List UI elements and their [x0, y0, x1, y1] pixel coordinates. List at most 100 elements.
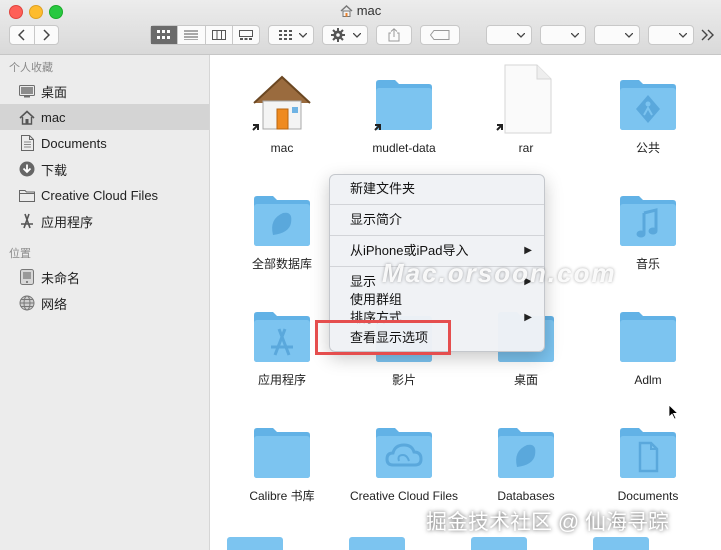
title-bar: mac [0, 0, 721, 55]
file-item[interactable]: mac [222, 71, 342, 156]
file-item[interactable]: Adlm [588, 303, 708, 388]
sidebar-item-label: mac [41, 109, 66, 125]
document-icon [18, 134, 36, 152]
desktop-icon [18, 82, 36, 100]
file-item[interactable]: Creative Cloud Files [344, 419, 464, 504]
action-menu-button[interactable] [322, 25, 368, 45]
home-folder-icon [252, 75, 311, 131]
sidebar-item-label: 桌面 [41, 84, 68, 100]
file-label: 影片 [391, 373, 416, 387]
sidebar-item-label: 下载 [41, 162, 68, 178]
file-item[interactable]: rar [466, 63, 586, 156]
download-icon [18, 160, 36, 178]
toolbar-dropdown-3[interactable] [594, 25, 640, 45]
sidebar-item-label: Creative Cloud Files [41, 187, 159, 203]
toolbar-dropdown-4[interactable] [648, 25, 694, 45]
gallery-icon [238, 30, 253, 40]
icon-view-button[interactable] [151, 26, 179, 44]
share-icon [388, 28, 400, 42]
folder-icon [593, 537, 649, 550]
column-view-button[interactable] [206, 26, 233, 44]
file-item[interactable]: Calibre 书库 [222, 419, 342, 504]
folder-icon [254, 196, 310, 246]
chevron-down-icon [679, 32, 687, 38]
chevron-right-icon [43, 29, 51, 41]
tag-button[interactable] [420, 25, 460, 45]
menu-item-label: 从iPhone或iPad导入 [350, 243, 469, 258]
menu-item-get-info[interactable]: 显示简介 [330, 210, 544, 230]
sidebar: 个人收藏 桌面 mac Documents 下载 Creative Cloud … [0, 55, 210, 550]
sidebar-item-creative-cloud[interactable]: Creative Cloud Files [0, 182, 209, 208]
file-label: 公共 [635, 141, 660, 155]
public-folder-icon [620, 80, 676, 130]
folder-icon [498, 428, 554, 478]
folder-icon [227, 537, 283, 550]
columns-icon [211, 30, 226, 40]
file-item[interactable]: 公共 [588, 71, 708, 156]
file-label: Calibre 书库 [249, 489, 315, 503]
chevron-down-icon [299, 32, 307, 38]
sidebar-section-locations: 位置 [9, 248, 31, 260]
toolbar-dropdown-2[interactable] [540, 25, 586, 45]
file-label: Creative Cloud Files [349, 489, 459, 503]
folder-icon [471, 537, 527, 550]
toolbar-dropdown-1[interactable] [486, 25, 532, 45]
home-icon [340, 5, 353, 20]
view-mode-control [150, 25, 260, 45]
sidebar-item-downloads[interactable]: 下载 [0, 156, 209, 182]
watermark-site: Mac.orsoon.com [382, 258, 617, 288]
file-label: 应用程序 [257, 373, 306, 387]
sidebar-item-home[interactable]: mac [0, 104, 209, 130]
file-label: Adlm [634, 373, 662, 387]
chevron-down-icon [353, 32, 361, 38]
sidebar-item-network[interactable]: 网络 [0, 290, 209, 316]
file-item[interactable]: 全部数据库 [222, 187, 342, 272]
window-title: mac [0, 3, 721, 20]
disk-icon [18, 268, 36, 286]
folder-icon [18, 186, 36, 204]
chevron-down-icon [625, 32, 633, 38]
menu-separator [330, 235, 544, 236]
share-button[interactable] [376, 25, 412, 45]
documents-folder-icon [620, 428, 676, 478]
list-view-button[interactable] [178, 26, 206, 44]
back-button[interactable] [10, 26, 35, 44]
applications-icon [18, 212, 36, 230]
file-item[interactable]: Databases [466, 419, 586, 504]
sidebar-item-applications[interactable]: 应用程序 [0, 208, 209, 234]
sidebar-item-documents[interactable]: Documents [0, 130, 209, 156]
file-item[interactable]: Documents [588, 419, 708, 504]
sidebar-item-label: 未命名 [41, 270, 81, 286]
file-label: Documents [617, 489, 679, 503]
file-label: 桌面 [513, 373, 538, 387]
sidebar-item-label: Documents [41, 135, 107, 151]
applications-folder-icon [254, 312, 310, 362]
sidebar-item-disk[interactable]: 未命名 [0, 264, 209, 290]
file-label: rar [518, 141, 534, 155]
folder-icon [620, 312, 676, 362]
gallery-view-button[interactable] [233, 26, 259, 44]
creative-cloud-folder-icon [376, 428, 432, 478]
grid-icon [157, 30, 171, 39]
window-title-text: mac [356, 3, 382, 18]
sidebar-item-desktop[interactable]: 桌面 [0, 78, 209, 104]
sidebar-item-label: 应用程序 [41, 214, 94, 230]
music-folder-icon [620, 196, 676, 246]
folder-icon [374, 80, 432, 131]
back-forward-control [9, 25, 59, 45]
file-label: mac [270, 141, 294, 155]
watermark-credit: 掘金技术社区 @ 仙海寻踪 [426, 511, 669, 534]
file-label: Databases [497, 489, 555, 503]
menu-item-use-groups[interactable]: 使用群组 [330, 290, 544, 310]
highlight-box [315, 320, 451, 355]
sidebar-section-favorites: 个人收藏 [9, 62, 53, 74]
group-by-dropdown[interactable] [268, 25, 314, 45]
toolbar-overflow-button[interactable] [701, 28, 715, 46]
forward-button[interactable] [35, 26, 59, 44]
menu-item-new-folder[interactable]: 新建文件夹 [330, 179, 544, 199]
sidebar-item-label: 网络 [41, 296, 68, 312]
group-grid-icon [279, 30, 292, 40]
file-item[interactable]: mudlet-data [344, 71, 464, 156]
chevron-left-icon [17, 29, 25, 41]
home-icon [18, 108, 36, 126]
